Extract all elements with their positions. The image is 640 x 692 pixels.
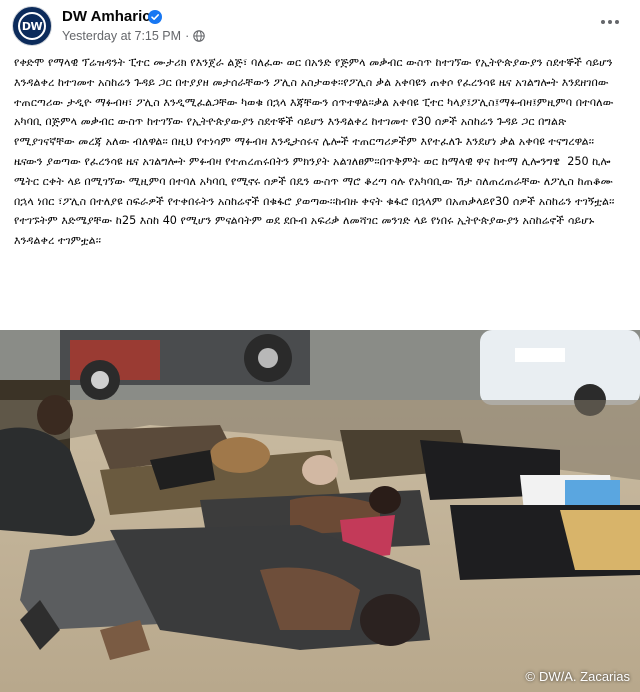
post-body-text: የቀድሞ የማላዊ ፕሬዝዳንት ፒተር ሙታሪክ የእንጀራ ልጅ፣ ባለፈው…	[14, 56, 617, 248]
copyright-icon: ©	[525, 669, 535, 684]
post-header: DW DW Amharic Yesterday at 7:15 PM ·	[0, 0, 640, 50]
post-photo[interactable]: © DW/A. Zacarias	[0, 330, 640, 692]
page-name-link[interactable]: DW Amharic	[62, 8, 151, 25]
more-options-button[interactable]	[598, 12, 622, 32]
page-avatar[interactable]: DW	[12, 6, 52, 46]
more-options-dot	[608, 20, 612, 24]
more-options-dot	[615, 20, 619, 24]
dw-logo-icon: DW	[18, 12, 46, 40]
globe-icon[interactable]	[193, 30, 205, 42]
facebook-post: DW DW Amharic Yesterday at 7:15 PM · የቀድ…	[0, 0, 640, 692]
verified-badge-icon	[148, 10, 162, 24]
photo-credit-text: DW/A. Zacarias	[538, 669, 630, 684]
post-timestamp-link[interactable]: Yesterday at 7:15 PM	[62, 29, 181, 43]
post-meta: Yesterday at 7:15 PM ·	[62, 29, 205, 43]
photo-credit: © DW/A. Zacarias	[525, 669, 630, 684]
meta-separator: ·	[185, 29, 190, 43]
photo-image	[0, 330, 640, 692]
more-options-icon	[601, 20, 605, 24]
